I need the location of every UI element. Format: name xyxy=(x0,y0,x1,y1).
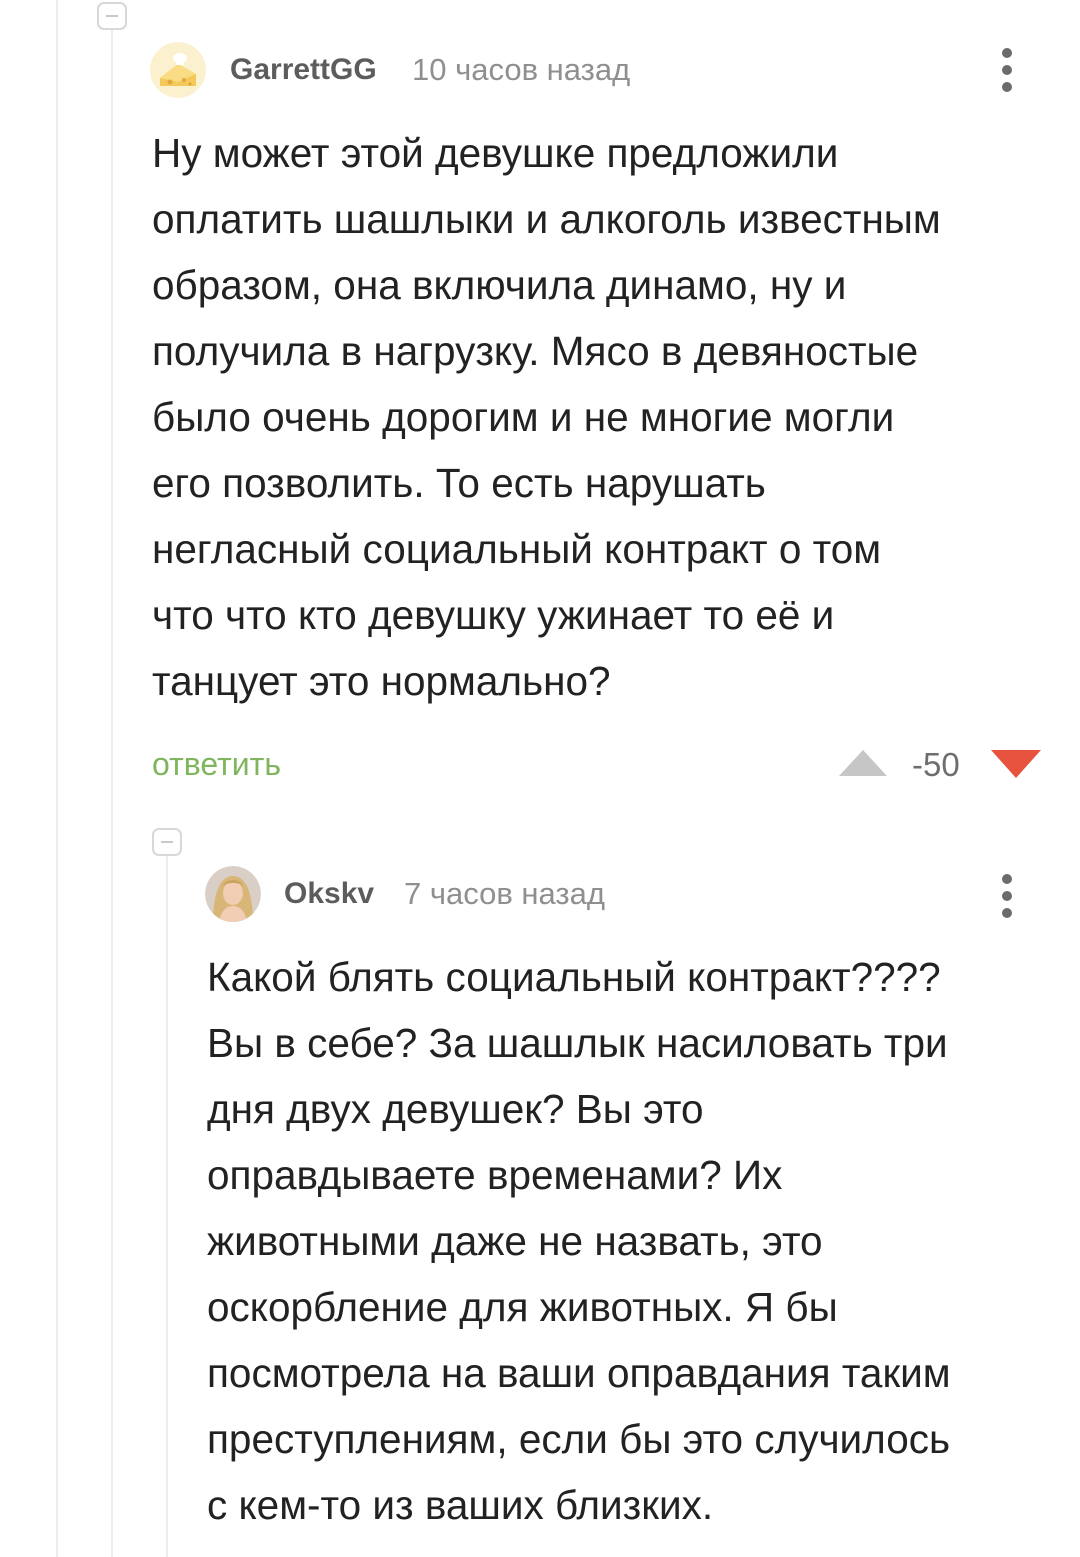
collapse-thread-button[interactable] xyxy=(97,2,127,30)
comment-body: Ну может этой девушке предложили оплатит… xyxy=(152,130,941,704)
comment-body: Какой блять социальный контракт???? Вы в… xyxy=(207,954,951,1528)
thread-line-root xyxy=(56,0,58,1557)
comment-header: GarrettGG 10 часов назад xyxy=(150,40,1050,100)
user-photo-avatar-icon[interactable] xyxy=(205,866,261,922)
comment-timestamp: 10 часов назад xyxy=(412,52,631,87)
thread-line-level-1 xyxy=(111,28,113,1557)
comment-garrettgg: GarrettGG 10 часов назад Ну может этой д… xyxy=(150,40,1050,800)
comment-timestamp: 7 часов назад xyxy=(404,876,605,911)
comment-okskv: Okskv 7 часов назад Какой блять социальн… xyxy=(205,866,1055,1556)
more-options-icon[interactable] xyxy=(992,872,1022,922)
comment-username[interactable]: Okskv xyxy=(284,877,374,911)
thread-line-level-2 xyxy=(166,856,168,1557)
comment-rating: -50 xyxy=(912,746,960,783)
upvote-icon[interactable] xyxy=(838,748,888,783)
comment-username[interactable]: GarrettGG xyxy=(230,53,377,87)
comment-header: Okskv 7 часов назад xyxy=(205,866,1055,926)
downvote-icon[interactable] xyxy=(990,748,1042,785)
collapse-reply-thread-button[interactable] xyxy=(152,828,182,856)
reply-button[interactable]: ответить xyxy=(152,746,281,783)
more-options-icon[interactable] xyxy=(992,46,1022,96)
cheese-avatar-icon[interactable] xyxy=(150,42,206,98)
